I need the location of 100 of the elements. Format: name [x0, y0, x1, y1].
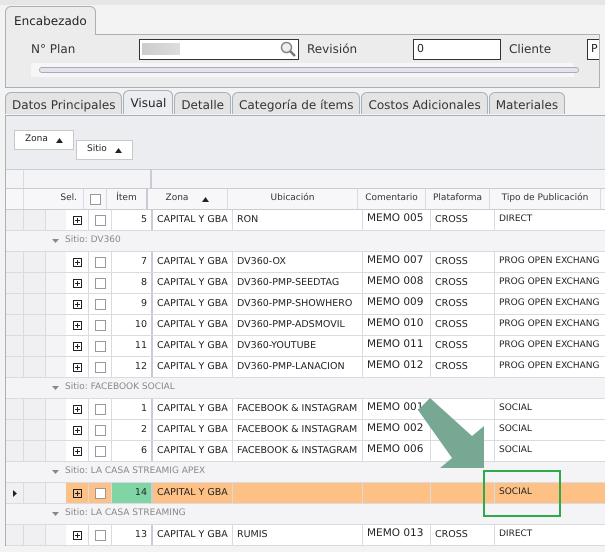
collapse-icon[interactable] — [52, 512, 59, 516]
expand-row-icon[interactable] — [72, 530, 82, 540]
table-row[interactable]: 10 CAPITAL Y GBA DV360-PMP-ADSMOVIL MEMO 010 CROSS PROG OPEN EXCHANG — [6, 315, 605, 336]
group-indent — [46, 315, 66, 335]
collapse-icon[interactable] — [52, 470, 59, 474]
row-checkbox[interactable] — [94, 530, 106, 540]
table-cell-text: PROG OPEN EXCHANG — [499, 318, 600, 332]
tab[interactable]: Detalle — [174, 92, 232, 114]
expand-row-icon[interactable] — [72, 362, 82, 372]
group-indent — [24, 357, 46, 377]
row-checkbox[interactable] — [94, 298, 106, 310]
table-cell-text: DIRECT — [499, 528, 532, 542]
column-header[interactable]: Tipo de Publicación — [502, 192, 588, 206]
row-checkbox[interactable] — [94, 320, 106, 330]
expand-row-icon[interactable] — [72, 488, 82, 498]
table-cell-text: DV360-PMP-ADSMOVIL — [237, 318, 345, 332]
collapse-icon[interactable] — [52, 386, 59, 390]
group-indent — [24, 399, 46, 419]
table-cell-text: PROG OPEN EXCHANG — [499, 276, 600, 290]
column-header[interactable]: Zona — [166, 192, 188, 206]
table-cell-text: FACEBOOK & INSTAGRAM — [237, 422, 358, 437]
tab[interactable]: Visual — [123, 90, 174, 114]
blurred-text — [142, 43, 180, 55]
table-row[interactable]: 8 CAPITAL Y GBA DV360-PMP-SEEDTAG MEMO 008 CROSS PROG OPEN EXCHANG — [6, 273, 605, 294]
table-cell-text: MEMO 013 — [367, 526, 424, 541]
table-cell-text: CAPITAL Y GBA — [157, 402, 228, 416]
expand-row-icon[interactable] — [72, 300, 82, 308]
column-header[interactable]: Plataforma — [433, 192, 482, 206]
column-header[interactable]: Sel. — [60, 192, 77, 206]
table-cell-text: MEMO 011 — [367, 337, 424, 352]
table-row[interactable]: 6 CAPITAL Y GBA FACEBOOK & INSTAGRAM MEMO 006 SOCIAL — [6, 441, 605, 462]
table-cell-text: DV360-YOUTUBE — [237, 338, 316, 353]
row-checkbox[interactable] — [94, 214, 106, 226]
search-icon[interactable] — [280, 41, 296, 57]
table-cell-text: FACEBOOK & INSTAGRAM — [237, 402, 358, 416]
table-cell-text: 9 — [140, 296, 147, 311]
table-cell-text: 5 — [140, 212, 147, 227]
tab[interactable]: Materiales — [488, 92, 566, 114]
tab[interactable]: Costos Adicionales — [361, 92, 488, 114]
tab[interactable]: Categoría de ítems — [232, 92, 360, 114]
input-field[interactable]: P — [587, 38, 599, 60]
row-header[interactable] — [6, 483, 24, 503]
row-checkbox[interactable] — [94, 404, 106, 414]
select-all-checkbox[interactable] — [90, 194, 100, 204]
collapse-icon[interactable] — [52, 238, 59, 244]
column-header[interactable]: Ubicación — [270, 192, 314, 206]
scrollbar[interactable] — [39, 67, 579, 73]
table-cell-text: CROSS — [435, 254, 468, 269]
group-label: Sitio: DV360 — [65, 234, 121, 248]
table-cell-text: MEMO 002 — [367, 421, 424, 436]
row-checkbox[interactable] — [94, 424, 106, 436]
expand-row-icon[interactable] — [72, 446, 82, 456]
table-row[interactable]: 9 CAPITAL Y GBA DV360-PMP-SHOWHERO MEMO 009 CROSS PROG OPEN EXCHANG — [6, 294, 605, 315]
group-by-chip[interactable]: Zona — [14, 130, 74, 150]
expand-row-icon[interactable] — [72, 320, 82, 330]
column-header[interactable]: Comentario — [365, 192, 418, 206]
search-field[interactable] — [139, 38, 299, 60]
table-cell-text: CROSS — [435, 296, 468, 311]
group-by-chip[interactable]: Sitio — [76, 140, 133, 160]
group-indent — [24, 525, 46, 545]
expand-row-icon[interactable] — [72, 278, 82, 288]
table-cell-text: CAPITAL Y GBA — [157, 444, 228, 458]
expand-row-icon[interactable] — [72, 342, 82, 350]
field-label: Cliente — [509, 41, 552, 58]
row-checkbox[interactable] — [94, 446, 106, 456]
group-indent — [24, 294, 46, 314]
table-row[interactable]: 7 CAPITAL Y GBA DV360-OX MEMO 007 CROSS PROG OPEN EXCHANG — [6, 252, 605, 273]
table-row[interactable]: 5 CAPITAL Y GBA RON MEMO 005 CROSS DIRECT — [6, 210, 605, 231]
table-cell-text: DIRECT — [499, 213, 532, 226]
table-cell-text: CAPITAL Y GBA — [157, 296, 228, 311]
group-indent — [24, 315, 46, 335]
row-checkbox[interactable] — [94, 256, 106, 268]
group-indent — [24, 273, 46, 293]
table-cell-text: 10 — [134, 318, 147, 332]
expand-row-icon[interactable] — [72, 216, 82, 224]
column-header[interactable]: Ítem — [116, 192, 137, 206]
table-row[interactable]: 2 CAPITAL Y GBA FACEBOOK & INSTAGRAM MEMO 002 SOCIAL — [6, 420, 605, 441]
expand-row-icon[interactable] — [72, 404, 82, 414]
table-row[interactable]: 12 CAPITAL Y GBA DV360-PMP-LANACION MEMO 012 CROSS PROG OPEN EXCHANG — [6, 357, 605, 378]
group-indent — [46, 273, 66, 293]
row-checkbox[interactable] — [94, 278, 106, 288]
table-row[interactable]: 14 CAPITAL Y GBA SOCIAL — [6, 483, 605, 504]
table-cell-text: SOCIAL — [499, 423, 532, 436]
table-cell-text: 13 — [134, 528, 147, 542]
tab[interactable]: Datos Principales — [5, 92, 122, 114]
sort-ascending-icon — [56, 138, 63, 142]
table-cell-text: CROSS — [435, 528, 468, 542]
expand-row-icon[interactable] — [72, 426, 82, 434]
table-cell-text: PROG OPEN EXCHANG — [499, 297, 600, 310]
row-checkbox[interactable] — [94, 488, 106, 498]
table-cell-text: CAPITAL Y GBA — [157, 486, 228, 500]
table-row[interactable]: 13 CAPITAL Y GBA RUMIS MEMO 013 CROSS DIRECT — [6, 525, 605, 546]
table-row[interactable]: 11 CAPITAL Y GBA DV360-YOUTUBE MEMO 011 CROSS PROG OPEN EXCHANG — [6, 336, 605, 357]
row-checkbox[interactable] — [94, 362, 106, 372]
group-indent — [46, 252, 66, 272]
panel-tab[interactable]: Encabezado — [5, 6, 96, 35]
input-field[interactable]: 0 — [413, 38, 501, 60]
row-checkbox[interactable] — [94, 340, 106, 352]
expand-row-icon[interactable] — [72, 258, 82, 266]
table-cell-text: MEMO 008 — [367, 274, 424, 289]
